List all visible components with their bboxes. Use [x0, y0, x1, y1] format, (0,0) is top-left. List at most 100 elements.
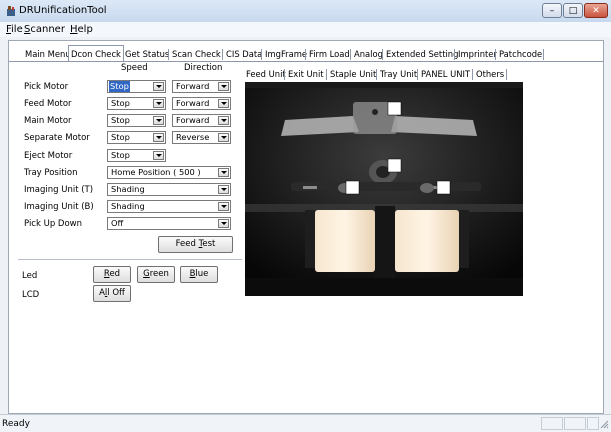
- led-red-button[interactable]: Red: [93, 266, 131, 283]
- separate-motor-label: Separate Motor: [24, 133, 90, 143]
- subtab-others[interactable]: Others: [476, 68, 504, 81]
- status-panel: [541, 417, 563, 430]
- tab-patchcode[interactable]: Patchcode: [499, 48, 542, 61]
- eject-motor-speed-select[interactable]: Stop: [107, 149, 166, 162]
- eject-motor-label: Eject Motor: [24, 151, 73, 161]
- tab-cis-data[interactable]: CIS Data: [226, 48, 262, 61]
- sensor-marker: [387, 101, 402, 116]
- section-divider: [18, 259, 242, 260]
- menu-scanner[interactable]: Scanner: [24, 24, 65, 35]
- tab-scan-check[interactable]: Scan Check: [172, 48, 221, 61]
- tab-separator: [168, 49, 169, 60]
- tab-get-status[interactable]: Get Status: [125, 48, 169, 61]
- main-motor-speed-select[interactable]: Stop: [107, 114, 166, 127]
- status-bar: Ready: [0, 414, 611, 432]
- imaging-unit-b-select[interactable]: Shading: [107, 200, 231, 213]
- led-label: Led: [22, 271, 38, 281]
- tab-separator: [543, 49, 544, 60]
- subtab-tray-unit[interactable]: Tray Unit: [380, 68, 417, 81]
- tab-main-menu[interactable]: Main Menu: [25, 48, 71, 61]
- main-motor-direction-select[interactable]: Forward: [172, 114, 231, 127]
- tab-separator: [417, 69, 418, 80]
- minimize-button[interactable]: –: [542, 3, 562, 18]
- pick-up-down-label: Pick Up Down: [24, 219, 83, 229]
- speed-column-header: Speed: [121, 63, 148, 73]
- chevron-down-icon[interactable]: [218, 219, 229, 228]
- tab-analog[interactable]: Analog: [354, 48, 383, 61]
- menu-bar: File Scanner Help: [0, 22, 611, 37]
- sensor-marker: [345, 180, 360, 195]
- subtab-staple-unit[interactable]: Staple Unit: [330, 68, 376, 81]
- tab-separator: [376, 69, 377, 80]
- tab-dcon-check[interactable]: Dcon Check: [68, 45, 124, 62]
- sensor-marker: [387, 158, 402, 173]
- tab-separator: [326, 69, 327, 80]
- tab-separator: [284, 69, 285, 80]
- pick-motor-label: Pick Motor: [24, 82, 69, 92]
- chevron-down-icon[interactable]: [153, 82, 164, 91]
- chevron-down-icon[interactable]: [218, 185, 229, 194]
- tab-separator: [261, 49, 262, 60]
- tab-separator: [506, 69, 507, 80]
- chevron-down-icon[interactable]: [153, 116, 164, 125]
- chevron-down-icon[interactable]: [153, 133, 164, 142]
- pick-motor-direction-select[interactable]: Forward: [172, 80, 231, 93]
- separate-motor-speed-select[interactable]: Stop: [107, 131, 166, 144]
- app-icon: [7, 6, 15, 16]
- subtab-panel-unit[interactable]: PANEL UNIT: [421, 68, 470, 81]
- pick-motor-speed-select[interactable]: Stop: [107, 80, 166, 93]
- tab-separator: [222, 49, 223, 60]
- tab-separator: [454, 49, 455, 60]
- tab-extended-setting[interactable]: Extended Setting: [386, 48, 458, 61]
- tray-position-label: Tray Position: [24, 168, 78, 178]
- feed-motor-label: Feed Motor: [24, 99, 72, 109]
- imaging-unit-b-label: Imaging Unit (B): [24, 202, 94, 212]
- maximize-icon: □: [568, 6, 578, 16]
- title-bar: DRUnificationTool – □ ✕: [0, 0, 611, 23]
- tab-firm-load[interactable]: Firm Load: [309, 48, 350, 61]
- pick-up-down-select[interactable]: Off: [107, 217, 231, 230]
- sensor-marker: [436, 180, 451, 195]
- status-panel: [587, 417, 599, 430]
- chevron-down-icon[interactable]: [218, 82, 229, 91]
- tab-imgframe[interactable]: ImgFrame: [265, 48, 307, 61]
- status-panel: [564, 417, 586, 430]
- menu-help[interactable]: Help: [70, 24, 93, 35]
- close-button[interactable]: ✕: [584, 3, 608, 18]
- feed-motor-speed-select[interactable]: Stop: [107, 97, 166, 110]
- tab-separator: [495, 49, 496, 60]
- chevron-down-icon[interactable]: [218, 116, 229, 125]
- close-icon: ✕: [592, 6, 600, 16]
- separate-motor-direction-select[interactable]: Reverse: [172, 131, 231, 144]
- menu-file[interactable]: File: [6, 24, 23, 35]
- tab-separator: [350, 49, 351, 60]
- chevron-down-icon[interactable]: [218, 99, 229, 108]
- lcd-all-off-button[interactable]: All Off: [93, 285, 131, 302]
- tray-position-select[interactable]: Home Position ( 500 ): [107, 166, 231, 179]
- chevron-down-icon[interactable]: [218, 202, 229, 211]
- chevron-down-icon[interactable]: [153, 99, 164, 108]
- status-text: Ready: [2, 419, 30, 429]
- feed-unit-image: [245, 82, 523, 296]
- imaging-unit-t-select[interactable]: Shading: [107, 183, 231, 196]
- subtab-feed-unit[interactable]: Feed Unit: [246, 68, 286, 81]
- tab-separator: [305, 49, 306, 60]
- led-blue-button[interactable]: Blue: [180, 266, 218, 283]
- subtab-exit-unit[interactable]: Exit Unit: [288, 68, 324, 81]
- imaging-unit-t-label: Imaging Unit (T): [24, 185, 94, 195]
- feed-motor-direction-select[interactable]: Forward: [172, 97, 231, 110]
- resize-grip-icon[interactable]: [600, 420, 609, 429]
- tab-panel-border: [9, 61, 603, 62]
- feed-test-button[interactable]: Feed Test: [158, 236, 233, 253]
- maximize-button[interactable]: □: [563, 3, 583, 18]
- chevron-down-icon[interactable]: [218, 133, 229, 142]
- lcd-label: LCD: [22, 290, 40, 300]
- tab-separator: [382, 49, 383, 60]
- led-green-button[interactable]: Green: [137, 266, 175, 283]
- chevron-down-icon[interactable]: [153, 151, 164, 160]
- chevron-down-icon[interactable]: [218, 168, 229, 177]
- tab-separator: [472, 69, 473, 80]
- tab-imprinter[interactable]: Imprinter: [458, 48, 497, 61]
- direction-column-header: Direction: [184, 63, 223, 73]
- main-motor-label: Main Motor: [24, 116, 72, 126]
